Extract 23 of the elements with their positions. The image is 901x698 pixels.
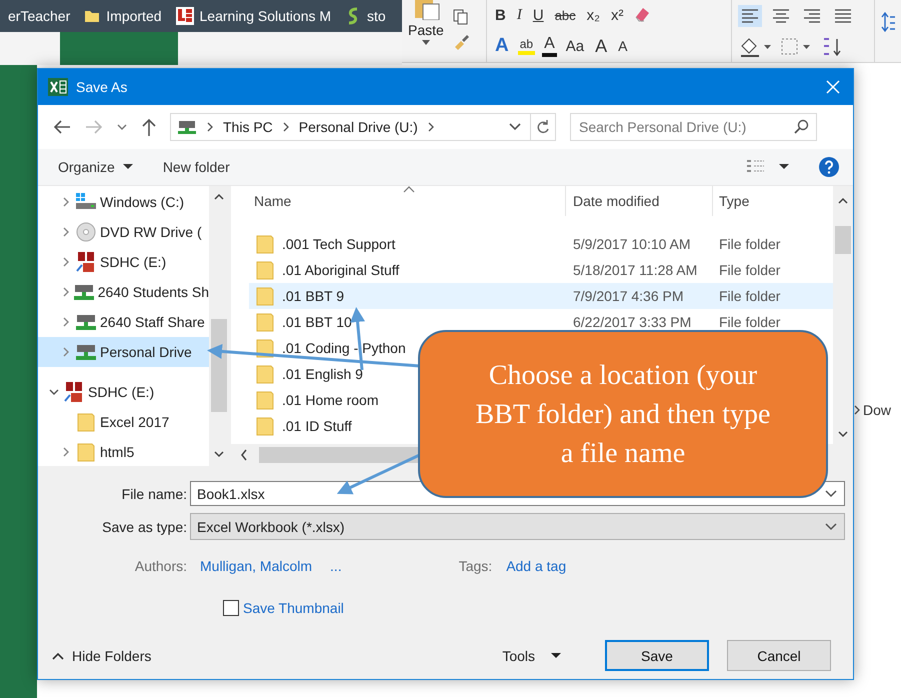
file-name: .01 Aboriginal Stuff (282, 262, 400, 278)
breadcrumb-text: Dow (863, 402, 892, 418)
type-cell: File folder (719, 262, 780, 278)
date-cell: 7/9/2017 4:36 PM (573, 288, 684, 304)
field-label: Authors: (134, 558, 188, 574)
file-name: .01 BBT 10 (282, 314, 352, 330)
file-name: .01 Home room (282, 392, 378, 408)
file-name: .001 Tech Support (282, 236, 396, 252)
date-cell: 6/22/2017 3:33 PM (573, 314, 692, 330)
window-title: Save As (76, 79, 128, 95)
field-label: Save as type: (101, 518, 187, 534)
file-name: .01 ID Stuff (282, 418, 352, 434)
callout-tooltip: Choose a location (your BBT folder) and then type a file name (418, 330, 828, 498)
field-label: File name: (120, 486, 187, 502)
field-label: Tags: (458, 558, 492, 574)
date-cell: 5/9/2017 10:10 AM (573, 236, 691, 252)
file-name: .01 Coding - Python (282, 340, 406, 356)
type-cell: File folder (719, 314, 780, 330)
file-name: .01 BBT 9 (282, 288, 344, 304)
date-cell: 5/18/2017 11:28 AM (573, 262, 698, 278)
file-name: .01 English 9 (282, 366, 363, 382)
type-cell: File folder (719, 288, 780, 304)
type-cell: File folder (719, 236, 780, 252)
